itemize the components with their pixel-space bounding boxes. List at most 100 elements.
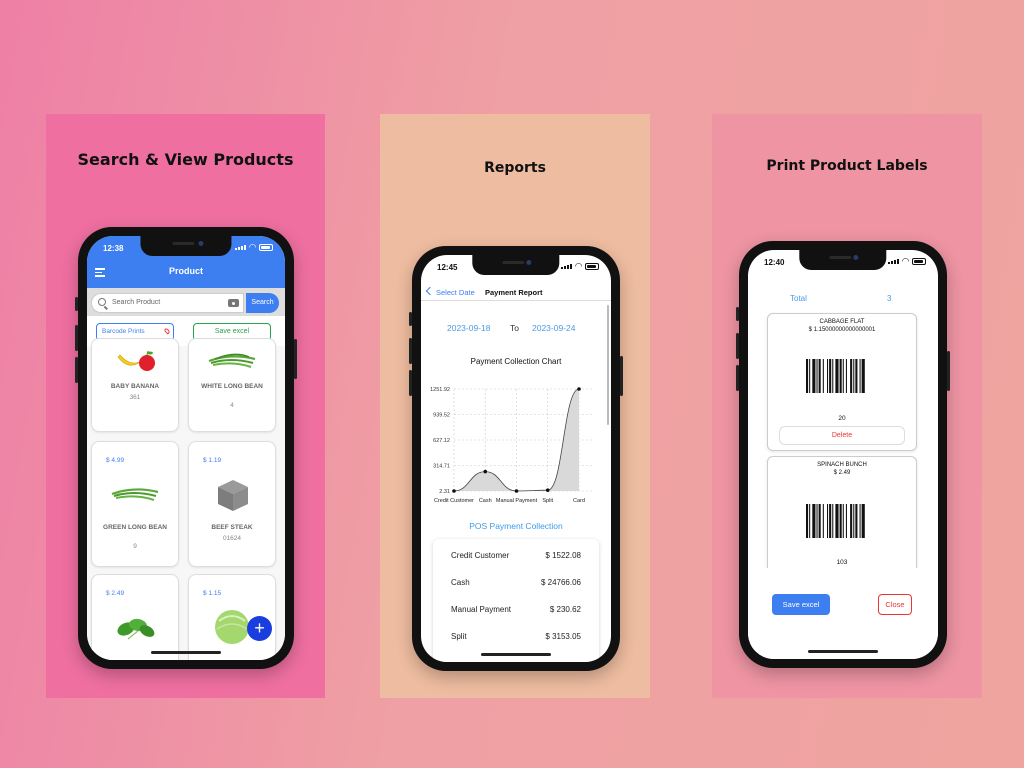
long-bean-icon [111,488,159,501]
product-grid: BABY BANANA 361 WHITE LONG BEAN 4 $ 4.99 [87,338,285,660]
delete-button[interactable]: Delete [779,426,905,445]
status-time: 12:40 [764,258,785,267]
close-button[interactable]: Close [878,594,912,615]
payment-list: Credit Customer $ 1522.08 Cash $ 24766.0… [433,539,599,662]
phone-labels-screen: 12:40 ◠ Total 3 CABBAGE FLAT $ 1.1500000… [736,241,950,668]
product-price: $ 2.49 [106,590,125,597]
data-point [545,488,550,493]
product-card[interactable]: $ 4.99 GREEN LONG BEAN 9 [91,441,179,567]
x-tick-label: Card [573,498,585,504]
y-tick-label: 1251.92 [430,387,450,393]
pos-payment-title: POS Payment Collection [469,521,563,531]
data-point [452,489,456,493]
long-bean-icon [208,353,256,368]
product-code: 4 [230,402,234,409]
date-to[interactable]: 2023-09-24 [532,323,575,333]
barcode-bar [829,504,832,538]
search-placeholder: Search Product [112,299,161,306]
product-name: BEEF STEAK [211,524,253,531]
product-code: 9 [133,543,137,550]
product-card[interactable]: BABY BANANA 361 [91,338,179,432]
product-price: $ 1.15 [203,590,222,597]
barcode-bar [855,504,858,538]
data-point [483,469,488,474]
list-item: Cash $ 24766.06 [433,569,599,596]
camera-icon[interactable] [228,299,239,307]
product-code: 361 [129,394,141,401]
back-label: Select Date [436,288,475,297]
search-icon [98,298,106,306]
save-excel-button[interactable]: Save excel [772,594,830,615]
barcode-bar [850,359,853,393]
battery-icon [259,243,273,251]
barcode-bar [855,359,858,393]
panel-title: Reports [484,160,546,176]
nav-title: Payment Report [485,288,543,297]
total-label: Total [790,294,807,303]
barcode-bar [850,504,853,538]
barcode-bar [832,504,834,538]
product-card[interactable]: WHITE LONG BEAN 4 [188,338,276,432]
status-bar: 12:40 ◠ [748,250,938,272]
x-tick-label: Cash [479,498,492,504]
barcode-bar [839,359,842,393]
barcode-bar [859,504,861,538]
product-card[interactable]: $ 1.19 BEEF STEAK 01624 [188,441,276,567]
product-code: 01624 [222,535,242,542]
barcode-bar [853,359,855,393]
barcode-bar [806,504,809,538]
barcode-bar [845,504,847,538]
add-product-button[interactable]: + [247,616,272,641]
home-indicator [481,653,551,656]
barcode-image [806,359,865,393]
barcode-bar [818,359,821,393]
label-price: $ 2.49 [833,470,851,476]
signal-icon [235,244,247,250]
barcode-bar [827,504,829,538]
label-price: $ 1.15000000000000001 [808,327,876,333]
barcode-bar [832,359,834,393]
product-price: $ 4.99 [106,457,125,464]
date-from[interactable]: 2023-09-18 [447,323,490,333]
product-card[interactable]: $ 2.49 [91,574,179,660]
panel-title: Print Product Labels [766,158,928,174]
product-name: BABY BANANA [110,383,160,390]
product-name: GREEN LONG BEAN [103,524,167,531]
barcode-bar [842,504,844,538]
phone-product-screen: Product 12:38 ◠ Search Product Search Ba… [75,227,297,669]
back-button[interactable]: Select Date [425,286,475,297]
search-button[interactable]: Search [246,293,279,313]
barcode-bar [835,504,839,538]
barcode-bar [861,504,865,538]
barcode-bar [853,504,855,538]
barcode-bar [816,359,818,393]
barcode-bar [812,359,816,393]
barcode-bar [861,359,865,393]
label-quantity: 103 [836,559,848,566]
series-area [454,389,579,491]
payment-amount: $ 3153.05 [545,632,581,641]
barcode-bar [829,359,832,393]
spinach-icon [117,618,155,640]
barcode-bar [818,504,821,538]
barcode-bar [816,504,818,538]
barcode-bar [842,359,844,393]
status-bar: 12:45 ◠ [421,255,611,277]
label-product-name: SPINACH BUNCH [817,462,867,468]
box-placeholder-icon [218,480,248,511]
screen: Product 12:38 ◠ Search Product Search Ba… [87,236,285,660]
search-input[interactable]: Search Product [91,293,244,313]
status-time: 12:45 [437,263,458,272]
list-item: Split $ 3153.05 [433,623,599,650]
label-product-name: CABBAGE FLAT [819,319,865,325]
screen: 12:45 ◠ Select Date Payment Report 2023-… [421,255,611,662]
payment-type: Split [451,632,467,641]
label-quantity: 20 [838,415,846,422]
wifi-icon: ◠ [249,242,256,252]
barcode-bar [822,359,824,393]
y-tick-label: 2.31 [439,489,450,495]
barcode-bar [835,359,839,393]
data-point [577,387,581,391]
home-indicator [151,651,221,654]
label-card: CABBAGE FLAT $ 1.15000000000000001 20 De… [767,313,917,451]
